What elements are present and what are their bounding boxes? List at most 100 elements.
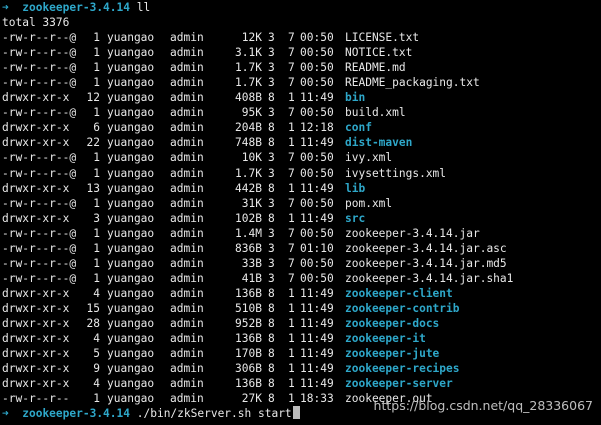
group: admin: [170, 61, 204, 75]
permissions: -rw-r--r--@: [2, 106, 77, 120]
link-count: 5: [93, 347, 100, 361]
time: 00:50: [300, 271, 334, 285]
link-count: 1: [93, 76, 100, 90]
permissions: drwxr-xr-x: [2, 136, 70, 150]
file-size: 31K: [241, 196, 262, 210]
file-size: 204B: [235, 121, 262, 135]
file-size: 10K: [241, 151, 262, 165]
file-name: zookeeper-3.4.14.jar.md5: [345, 256, 507, 270]
day: 1: [288, 377, 295, 391]
month: 3: [268, 226, 275, 240]
day: 1: [288, 316, 295, 330]
file-size: 836B: [235, 241, 262, 255]
owner: yuangao: [107, 181, 155, 195]
permissions: drwxr-xr-x: [2, 332, 70, 346]
owner: yuangao: [107, 31, 155, 45]
group: admin: [170, 91, 204, 105]
day: 7: [288, 76, 295, 90]
owner: yuangao: [107, 347, 155, 361]
group: admin: [170, 241, 204, 255]
link-count: 1: [93, 151, 100, 165]
day: 7: [288, 241, 295, 255]
link-count: 3: [93, 211, 100, 225]
file-name: zookeeper-contrib: [345, 301, 460, 315]
link-count: 1: [93, 256, 100, 270]
owner: yuangao: [107, 256, 155, 270]
day: 1: [288, 121, 295, 135]
file-name: zookeeper-3.4.14.jar: [345, 226, 480, 240]
file-name: zookeeper-it: [345, 332, 426, 346]
terminal-window[interactable]: ➜ zookeeper-3.4.14 ll total 3376 -rw-r--…: [0, 0, 601, 425]
prompt-path: zookeeper-3.4.14: [22, 1, 131, 14]
time: 11:49: [300, 362, 334, 376]
permissions: -rw-r--r--@: [2, 226, 77, 240]
link-count: 1: [93, 31, 100, 45]
day: 7: [288, 61, 295, 75]
day: 7: [288, 151, 295, 165]
permissions: drwxr-xr-x: [2, 301, 70, 315]
time: 11:49: [300, 347, 334, 361]
owner: yuangao: [107, 76, 155, 90]
owner: yuangao: [107, 316, 155, 330]
time: 00:50: [300, 226, 334, 240]
owner: yuangao: [107, 377, 155, 391]
group: admin: [170, 332, 204, 346]
day: 7: [288, 226, 295, 240]
owner: yuangao: [107, 241, 155, 255]
listing-row: drwxr-xr-x 4 yuangao admin 136B 8 1 11:49 zookee…: [0, 376, 601, 391]
group: admin: [170, 256, 204, 270]
listing-row: drwxr-xr-x 3 yuangao admin 102B 8 1 11:49 src: [0, 211, 601, 226]
listing-row: drwxr-xr-x 15 yuangao admin 510B 8 1 11:49 zooke…: [0, 301, 601, 316]
file-name: zookeeper-jute: [345, 347, 440, 361]
month: 3: [268, 61, 275, 75]
month: 8: [268, 286, 275, 300]
listing-row: drwxr-xr-x 12 yuangao admin 408B 8 1 11:49 bin: [0, 90, 601, 105]
time: 11:49: [300, 301, 334, 315]
time: 00:50: [300, 76, 334, 90]
time: 00:50: [300, 256, 334, 270]
owner: yuangao: [107, 392, 155, 406]
time: 00:50: [300, 46, 334, 60]
command-input[interactable]: ./bin/zkServer.sh start: [130, 407, 292, 420]
file-size: 748B: [235, 136, 262, 150]
group: admin: [170, 226, 204, 240]
owner: yuangao: [107, 136, 155, 150]
link-count: 4: [93, 286, 100, 300]
month: 3: [268, 46, 275, 60]
month: 3: [268, 151, 275, 165]
group: admin: [170, 196, 204, 210]
month: 8: [268, 211, 275, 225]
owner: yuangao: [107, 362, 155, 376]
link-count: 15: [86, 301, 100, 315]
owner: yuangao: [107, 46, 155, 60]
month: 3: [268, 31, 275, 45]
permissions: drwxr-xr-x: [2, 347, 70, 361]
link-count: 9: [93, 362, 100, 376]
file-size: 136B: [235, 286, 262, 300]
time: 18:33: [300, 392, 334, 406]
permissions: -rw-r--r--@: [2, 166, 77, 180]
total-line: total 3376: [0, 15, 601, 30]
text-cursor: [292, 406, 300, 420]
owner: yuangao: [107, 211, 155, 225]
month: 8: [268, 347, 275, 361]
prompt-path: zookeeper-3.4.14: [22, 407, 131, 421]
file-name: dist-maven: [345, 136, 413, 150]
day: 7: [288, 46, 295, 60]
listing-row: -rw-r--r--@ 1 yuangao admin 95K 3 7 00:50 build.…: [0, 105, 601, 120]
file-size: 1.7K: [235, 166, 262, 180]
group: admin: [170, 106, 204, 120]
file-size: 41B: [241, 271, 262, 285]
file-size: 1.7K: [235, 76, 262, 90]
time: 11:49: [300, 136, 334, 150]
file-name: zookeeper-docs: [345, 316, 440, 330]
permissions: -rw-r--r--@: [2, 271, 77, 285]
file-size: 510B: [235, 301, 262, 315]
listing-row: -rw-r--r--@ 1 yuangao admin 1.7K 3 7 00:50 ivyse…: [0, 166, 601, 181]
month: 3: [268, 106, 275, 120]
group: admin: [170, 301, 204, 315]
month: 8: [268, 362, 275, 376]
month: 3: [268, 271, 275, 285]
listing-row: -rw-r--r--@ 1 yuangao admin 3.1K 3 7 00:50 NOTIC…: [0, 45, 601, 60]
month: 8: [268, 121, 275, 135]
